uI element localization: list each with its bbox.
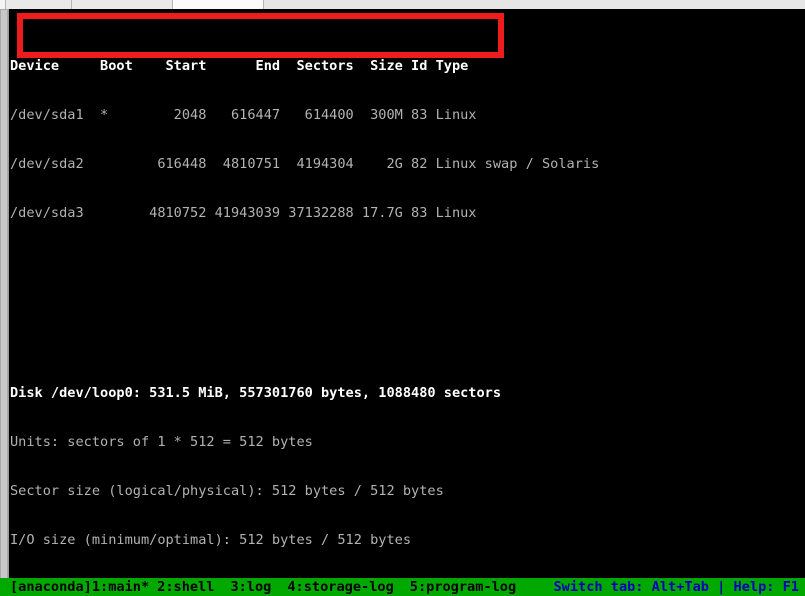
- vertical-scrollbar[interactable]: [0, 9, 9, 596]
- statusbar-tab-shell[interactable]: 2:shell: [149, 578, 214, 596]
- statusbar-tab-log[interactable]: 3:log: [214, 578, 271, 596]
- partition-row-sda2: /dev/sda2 616448 4810751 4194304 2G 82 L…: [10, 156, 600, 173]
- partition-row-sda1: /dev/sda1 * 2048 616447 614400 300M 83 L…: [10, 107, 477, 124]
- terminal-output[interactable]: Device Boot Start End Sectors Size Id Ty…: [10, 9, 805, 578]
- disk-title-loop0: Disk /dev/loop0: 531.5 MiB, 557301760 by…: [10, 384, 502, 401]
- statusbar-hint: Switch tab: Alt+Tab | Help: F1: [553, 579, 799, 595]
- statusbar-tab-main[interactable]: 1:main*: [92, 578, 149, 596]
- disk-sector-size-loop0: Sector size (logical/physical): 512 byte…: [10, 482, 444, 499]
- statusbar-tab-program-log[interactable]: 5:program-log: [394, 578, 516, 596]
- scrollbar-thumb[interactable]: [0, 9, 8, 589]
- chrome-segment: [72, 0, 173, 9]
- chrome-segment: [173, 0, 264, 9]
- status-bar: [anaconda] 1:main* 2:shell 3:log 4:storage-l…: [0, 578, 805, 596]
- partition-table-header: Device Boot Start End Sectors Size Id Ty…: [10, 58, 469, 75]
- chrome-segment: [264, 0, 805, 9]
- disk-units-loop0: Units: sectors of 1 * 512 = 512 bytes: [10, 433, 313, 450]
- partition-row-sda3: /dev/sda3 4810752 41943039 37132288 17.7…: [10, 205, 477, 222]
- disk-io-size-loop0: I/O size (minimum/optimal): 512 bytes / …: [10, 532, 412, 548]
- window-chrome-strip: [0, 0, 805, 9]
- statusbar-tabs-prefix: [anaconda]: [10, 579, 92, 595]
- chrome-segment: [6, 0, 72, 9]
- terminal-screen: Device Boot Start End Sectors Size Id Ty…: [0, 0, 805, 596]
- statusbar-tab-storage-log[interactable]: 4:storage-log: [271, 578, 393, 596]
